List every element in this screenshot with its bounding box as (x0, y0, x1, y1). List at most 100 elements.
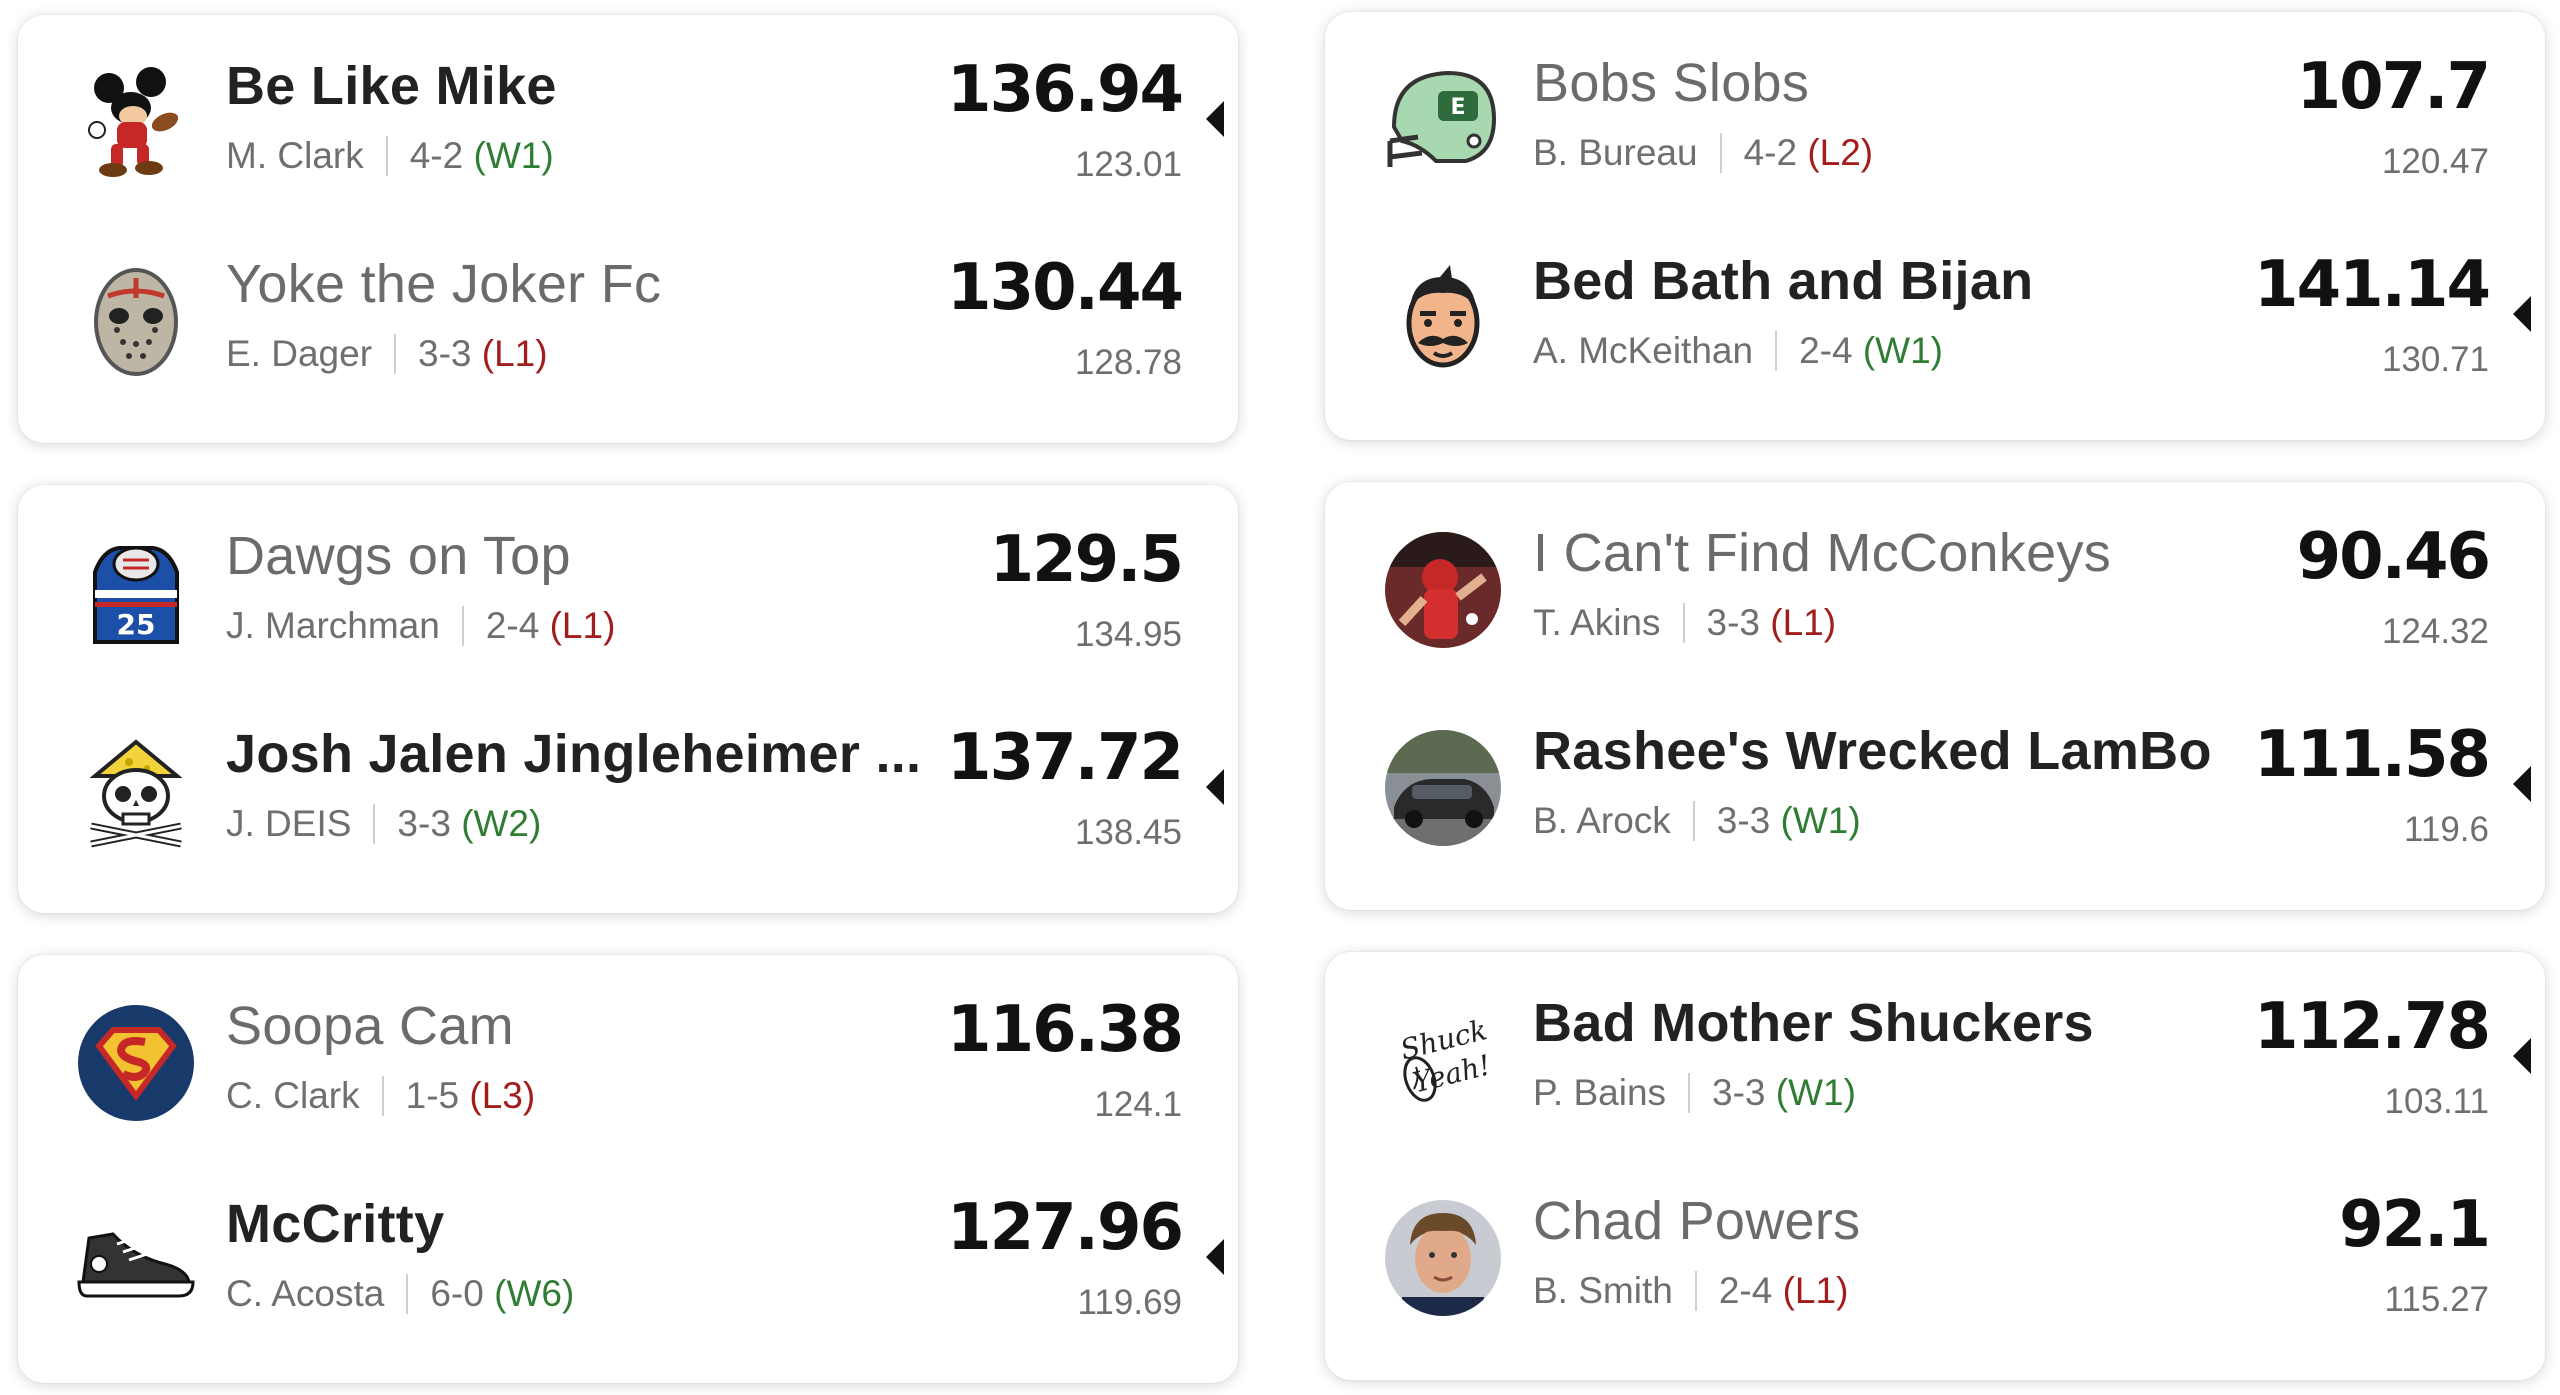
team-name[interactable]: Josh Jalen Jingleheimer ... (226, 723, 921, 785)
team-name[interactable]: Bed Bath and Bijan (1533, 250, 2033, 312)
team-meta: B. Arock 3-3 (W1) (1533, 800, 1861, 842)
streak: (L1) (1782, 1270, 1849, 1311)
mickey-mouse-football-icon (73, 60, 199, 186)
owner-name: P. Bains (1533, 1072, 1667, 1113)
team-name[interactable]: McCritty (226, 1193, 444, 1255)
owner-name: B. Smith (1533, 1270, 1673, 1311)
team-row[interactable]: 25 Dawgs on Top J. Marchman 2-4 (L1) 129.… (18, 513, 1238, 673)
team-meta: P. Bains 3-3 (W1) (1533, 1072, 1856, 1114)
team-name[interactable]: Be Like Mike (226, 55, 557, 117)
owner-name: C. Clark (226, 1075, 360, 1116)
team-score: 90.46 (2296, 520, 2491, 594)
projected-score: 123.01 (1074, 145, 1182, 184)
team-name[interactable]: Dawgs on Top (226, 525, 571, 587)
record: 3-3 (397, 803, 451, 844)
team-score: 116.38 (947, 993, 1184, 1067)
team-score: 129.5 (989, 523, 1184, 597)
streak: (W1) (1775, 1072, 1856, 1113)
streak: (W1) (1862, 330, 1943, 371)
winner-arrow-icon (2513, 296, 2531, 332)
divider (1719, 133, 1722, 173)
team-row[interactable]: Soopa Cam C. Clark 1-5 (L3) 116.38 124.1 (18, 983, 1238, 1143)
winner-arrow-icon (2513, 1038, 2531, 1074)
divider (394, 334, 397, 374)
owner-name: E. Dager (226, 333, 373, 374)
team-name[interactable]: Yoke the Joker Fc (226, 253, 661, 315)
projected-score: 115.27 (2384, 1280, 2489, 1319)
streak: (L3) (469, 1075, 536, 1116)
streak: (L1) (549, 605, 616, 646)
team-name[interactable]: Bobs Slobs (1533, 52, 1809, 114)
car-photo-icon (1380, 725, 1506, 851)
projected-score: 124.32 (2381, 612, 2489, 651)
matchup-card[interactable]: E Bobs Slobs B. Bureau 4-2 (L2) 107.7 120… (1325, 12, 2545, 440)
team-row[interactable]: McCritty C. Acosta 6-0 (W6) 127.96 119.69 (18, 1181, 1238, 1341)
winner-arrow-icon (2513, 766, 2531, 802)
team-meta: E. Dager 3-3 (L1) (226, 333, 548, 375)
owner-name: M. Clark (226, 135, 364, 176)
streak: (W1) (1780, 800, 1861, 841)
streak: (W1) (473, 135, 554, 176)
team-row[interactable]: Rashee's Wrecked LamBo B. Arock 3-3 (W1) … (1325, 708, 2545, 868)
team-meta: A. McKeithan 2-4 (W1) (1533, 330, 1943, 372)
green-helmet-icon: E (1380, 57, 1506, 183)
team-row[interactable]: Chad Powers B. Smith 2-4 (L1) 92.1 115.27 (1325, 1178, 2545, 1338)
team-score: 137.72 (947, 721, 1184, 795)
team-name[interactable]: Rashee's Wrecked LamBo (1533, 720, 2212, 782)
team-row[interactable]: Yoke the Joker Fc E. Dager 3-3 (L1) 130.4… (18, 241, 1238, 401)
team-row[interactable]: Be Like Mike M. Clark 4-2 (W1) 136.94 123… (18, 43, 1238, 203)
projected-score: 120.47 (2381, 142, 2489, 181)
owner-name: B. Arock (1533, 800, 1671, 841)
team-row[interactable]: Bed Bath and Bijan A. McKeithan 2-4 (W1) … (1325, 238, 2545, 398)
projected-score: 128.78 (1074, 343, 1182, 382)
team-score: 136.94 (947, 53, 1184, 127)
projected-score: 119.6 (2404, 810, 2489, 849)
record: 6-0 (430, 1273, 484, 1314)
record: 3-3 (1706, 602, 1760, 643)
team-meta: C. Clark 1-5 (L3) (226, 1075, 535, 1117)
winner-arrow-icon (1206, 101, 1224, 137)
svg-text:25: 25 (117, 608, 156, 641)
matchup-card[interactable]: I Can't Find McConkeys T. Akins 3-3 (L1) … (1325, 482, 2545, 910)
team-row[interactable]: I Can't Find McConkeys T. Akins 3-3 (L1) … (1325, 510, 2545, 670)
matchup-card[interactable]: Soopa Cam C. Clark 1-5 (L3) 116.38 124.1 … (18, 955, 1238, 1383)
record: 4-2 (409, 135, 464, 176)
team-score: 141.14 (2254, 248, 2491, 322)
team-name[interactable]: I Can't Find McConkeys (1533, 522, 2111, 584)
record: 3-3 (1716, 800, 1771, 841)
team-name[interactable]: Soopa Cam (226, 995, 514, 1057)
player-photo-icon (1380, 527, 1506, 653)
streak: (L1) (481, 333, 548, 374)
projected-score: 124.1 (1094, 1085, 1182, 1124)
hockey-mask-icon (73, 258, 199, 384)
team-row[interactable]: Josh Jalen Jingleheimer ... J. DEIS 3-3 (… (18, 711, 1238, 871)
matchup-card[interactable]: 25 Dawgs on Top J. Marchman 2-4 (L1) 129.… (18, 485, 1238, 913)
streak: (L2) (1807, 132, 1874, 173)
team-score: 107.7 (2296, 50, 2491, 124)
matchup-card[interactable]: Shuck Yeah! Bad Mother Shuckers P. Bains… (1325, 952, 2545, 1380)
team-meta: J. Marchman 2-4 (L1) (226, 605, 615, 647)
matchup-card[interactable]: Be Like Mike M. Clark 4-2 (W1) 136.94 123… (18, 15, 1238, 443)
team-name[interactable]: Bad Mother Shuckers (1533, 992, 2094, 1054)
team-score: 127.96 (947, 1191, 1184, 1265)
divider (1688, 1073, 1691, 1113)
svg-text:E: E (1450, 95, 1465, 120)
mustache-face-icon (1380, 255, 1506, 381)
team-meta: C. Acosta 6-0 (W6) (226, 1273, 574, 1315)
team-score: 92.1 (2339, 1188, 2491, 1262)
divider (373, 804, 376, 844)
projected-score: 134.95 (1074, 615, 1182, 654)
record: 2-4 (485, 605, 540, 646)
team-name[interactable]: Chad Powers (1533, 1190, 1860, 1252)
record: 2-4 (1718, 1270, 1773, 1311)
team-meta: J. DEIS 3-3 (W2) (226, 803, 541, 845)
team-score: 112.78 (2254, 990, 2491, 1064)
divider (461, 606, 464, 646)
team-row[interactable]: E Bobs Slobs B. Bureau 4-2 (L2) 107.7 120… (1325, 40, 2545, 200)
projected-score: 130.71 (2381, 340, 2489, 379)
team-row[interactable]: Shuck Yeah! Bad Mother Shuckers P. Bains… (1325, 980, 2545, 1140)
team-score: 130.44 (947, 251, 1184, 325)
streak: (W6) (494, 1273, 575, 1314)
cheese-skull-icon (73, 728, 199, 854)
projected-score: 103.11 (2384, 1082, 2489, 1121)
